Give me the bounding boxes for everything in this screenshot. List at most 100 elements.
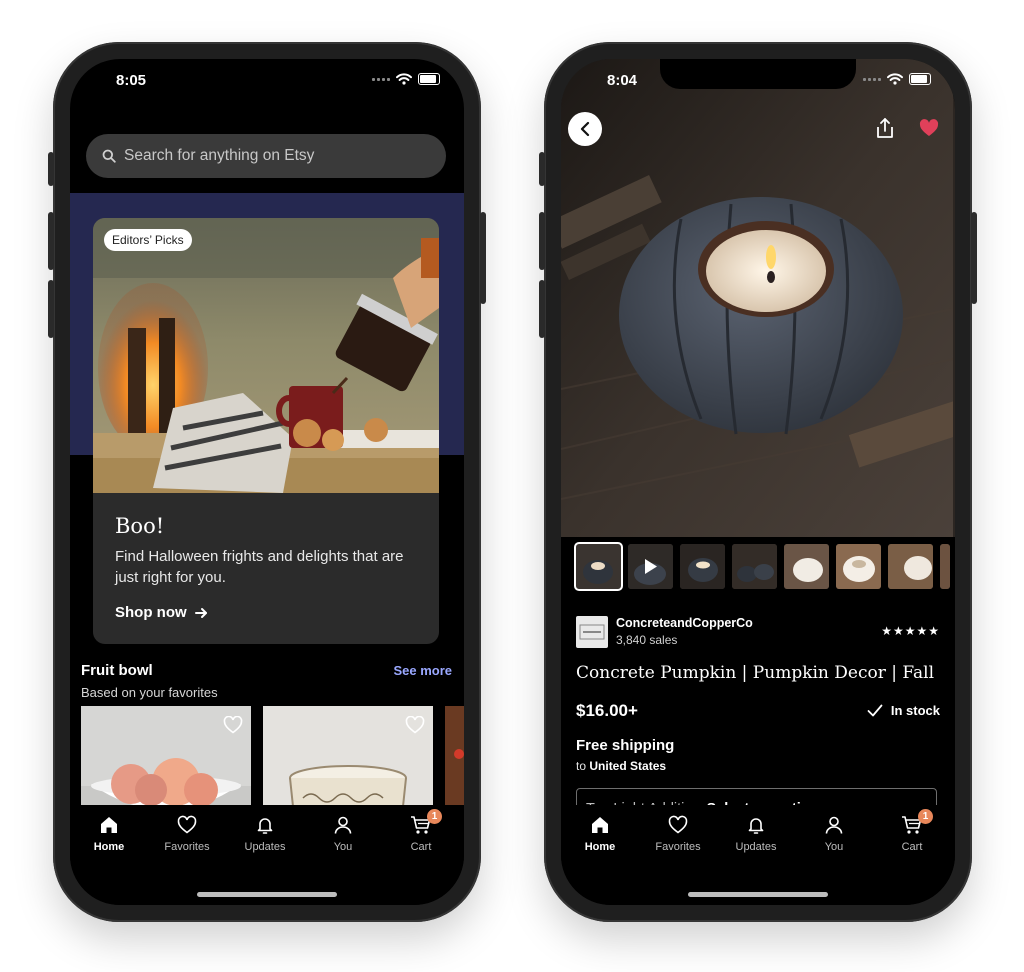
tab-bar: Home Favorites Updates You Cart 1 bbox=[70, 805, 464, 905]
signal-icon bbox=[863, 77, 881, 81]
notch bbox=[169, 59, 365, 89]
notch bbox=[660, 59, 856, 89]
cart-count-badge: 1 bbox=[918, 809, 933, 824]
heart-icon bbox=[177, 815, 197, 834]
tab-updates[interactable]: Updates bbox=[230, 815, 300, 853]
user-icon bbox=[334, 816, 352, 834]
thumbnail[interactable] bbox=[836, 544, 881, 589]
tab-updates-label: Updates bbox=[244, 841, 286, 853]
shipping-title: Free shipping bbox=[576, 737, 675, 754]
video-thumbnail[interactable] bbox=[628, 544, 673, 589]
phone-right: 8:04 ConcreteandCopperCo 3,840 sales ★★★… bbox=[539, 42, 977, 922]
tab-updates-label: Updates bbox=[735, 841, 777, 853]
tab-home[interactable]: Home bbox=[74, 815, 144, 853]
tab-you[interactable]: You bbox=[799, 815, 869, 853]
heart-icon[interactable] bbox=[223, 716, 243, 734]
volume-down-button bbox=[48, 280, 54, 338]
product-title: Concrete Pumpkin | Pumpkin Decor | Fall … bbox=[576, 663, 938, 683]
power-button bbox=[480, 212, 486, 304]
tab-home[interactable]: Home bbox=[565, 815, 635, 853]
tab-cart-label: Cart bbox=[901, 841, 923, 853]
status-time: 8:05 bbox=[116, 72, 147, 89]
share-icon bbox=[877, 118, 893, 138]
rating-stars[interactable]: ★★★★★ bbox=[881, 624, 940, 638]
promo-description: Find Halloween frights and delights that… bbox=[115, 548, 404, 586]
search-input[interactable]: Search for anything on Etsy bbox=[86, 134, 446, 178]
tab-you-label: You bbox=[824, 841, 844, 853]
user-icon bbox=[825, 816, 843, 834]
promo-image: Editors’ Picks bbox=[93, 218, 439, 493]
product-hero-image[interactable] bbox=[561, 59, 955, 537]
tab-cart[interactable]: Cart 1 bbox=[386, 809, 456, 853]
bell-icon bbox=[748, 818, 764, 834]
home-icon bbox=[101, 817, 117, 833]
thumbnail[interactable] bbox=[888, 544, 933, 589]
image-thumbnails bbox=[574, 542, 950, 591]
shipping-country: United States bbox=[589, 759, 667, 773]
volume-up-button bbox=[539, 212, 545, 270]
search-icon bbox=[102, 149, 116, 163]
wifi-icon bbox=[396, 73, 412, 85]
share-button[interactable] bbox=[875, 117, 895, 144]
shipping-destination[interactable]: to United States bbox=[576, 759, 666, 773]
volume-up-button bbox=[48, 212, 54, 270]
shipping-to-prefix: to bbox=[576, 759, 587, 773]
thumbnail[interactable] bbox=[732, 544, 777, 589]
tab-cart-label: Cart bbox=[410, 841, 432, 853]
checkmark-icon bbox=[867, 704, 883, 717]
battery-icon bbox=[909, 73, 931, 85]
screen-home: 8:05 Search for anything on Etsy Editors… bbox=[70, 59, 464, 905]
wifi-icon bbox=[887, 73, 903, 85]
tab-home-label: Home bbox=[584, 841, 616, 853]
promo-title: Boo! bbox=[115, 514, 165, 538]
heart-icon bbox=[668, 815, 688, 834]
tab-favorites[interactable]: Favorites bbox=[152, 815, 222, 853]
arrow-right-icon bbox=[194, 607, 207, 618]
home-indicator[interactable] bbox=[197, 892, 337, 897]
mute-switch bbox=[48, 152, 54, 186]
shop-now-label: Shop now bbox=[115, 604, 187, 621]
status-time: 8:04 bbox=[607, 72, 638, 89]
tab-bar: Home Favorites Updates You Cart 1 bbox=[561, 805, 955, 905]
home-indicator[interactable] bbox=[688, 892, 828, 897]
see-more-link[interactable]: See more bbox=[393, 663, 452, 678]
thumbnail[interactable] bbox=[940, 544, 950, 589]
home-icon bbox=[592, 817, 608, 833]
tab-favorites-label: Favorites bbox=[655, 841, 701, 853]
editors-picks-badge: Editors’ Picks bbox=[104, 229, 192, 251]
shop-logo[interactable] bbox=[576, 616, 608, 648]
stock-status: In stock bbox=[867, 703, 940, 718]
tab-home-label: Home bbox=[93, 841, 125, 853]
back-button[interactable] bbox=[568, 112, 602, 146]
tab-you[interactable]: You bbox=[308, 815, 378, 853]
cart-count-badge: 1 bbox=[427, 809, 442, 824]
battery-icon bbox=[418, 73, 440, 85]
thumbnail[interactable] bbox=[574, 542, 623, 591]
tab-favorites-label: Favorites bbox=[164, 841, 210, 853]
shop-sales: 3,840 sales bbox=[616, 633, 678, 647]
stock-status-label: In stock bbox=[890, 703, 940, 718]
signal-icon bbox=[372, 77, 390, 81]
editors-picks-card[interactable]: Editors’ Picks Boo! Find Halloween frigh… bbox=[93, 218, 439, 644]
tab-cart[interactable]: Cart 1 bbox=[877, 809, 947, 853]
phone-left: 8:05 Search for anything on Etsy Editors… bbox=[48, 42, 486, 922]
shop-name[interactable]: ConcreteandCopperCo bbox=[616, 616, 753, 630]
mute-switch bbox=[539, 152, 545, 186]
heart-icon[interactable] bbox=[405, 716, 425, 734]
favorite-button[interactable] bbox=[919, 119, 939, 142]
heart-icon bbox=[919, 119, 939, 136]
shop-now-link[interactable]: Shop now bbox=[115, 604, 208, 621]
thumbnail[interactable] bbox=[680, 544, 725, 589]
power-button bbox=[971, 212, 977, 304]
volume-down-button bbox=[539, 280, 545, 338]
search-placeholder: Search for anything on Etsy bbox=[124, 147, 315, 164]
bell-icon bbox=[257, 818, 273, 834]
tab-updates[interactable]: Updates bbox=[721, 815, 791, 853]
thumbnail[interactable] bbox=[784, 544, 829, 589]
section-subtitle: Based on your favorites bbox=[81, 685, 218, 700]
section-title: Fruit bowl bbox=[81, 662, 153, 679]
tab-favorites[interactable]: Favorites bbox=[643, 815, 713, 853]
tab-you-label: You bbox=[333, 841, 353, 853]
back-arrow-icon bbox=[580, 121, 590, 137]
screen-listing: 8:04 ConcreteandCopperCo 3,840 sales ★★★… bbox=[561, 59, 955, 905]
